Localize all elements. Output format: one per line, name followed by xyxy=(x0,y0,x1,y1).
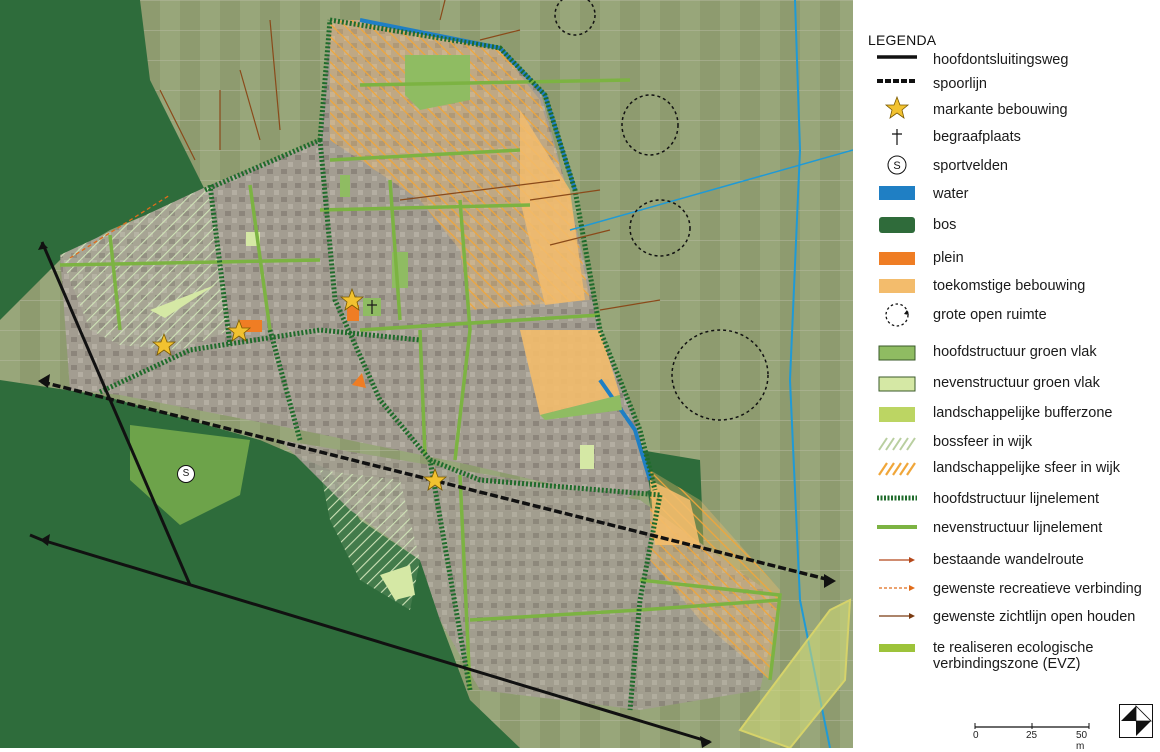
legend-label: nevenstructuur groen vlak xyxy=(933,375,1100,391)
legend-item: gewenste recreatieve verbinding xyxy=(853,578,1160,604)
green-patch-1 xyxy=(340,175,350,197)
legend-label: landschappelijke bufferzone xyxy=(933,405,1113,421)
legend-label: nevenstructuur lijnelement xyxy=(933,520,1103,536)
legend-item: hoofdontsluitingsweg xyxy=(853,48,1160,74)
legend-item: landschappelijke sfeer in wijk xyxy=(853,457,1160,483)
legend-title: LEGENDA xyxy=(868,32,937,48)
legend-item: plein xyxy=(853,246,1160,272)
green-patch-4 xyxy=(580,445,594,469)
legend-item: grote open ruimte xyxy=(853,302,1160,328)
orange-hatch-icon xyxy=(878,462,916,476)
legend-item: hoofdstructuur groen vlak xyxy=(853,342,1160,368)
legend-item: hoofdstructuur lijnelement xyxy=(853,488,1160,514)
forest-swatch-icon xyxy=(879,217,915,233)
legend-label: gewenste zichtlijn open houden xyxy=(933,609,1136,625)
legend-item: nevenstructuur groen vlak xyxy=(853,373,1160,399)
green-hatch-icon xyxy=(878,437,916,451)
dashed-black-line-icon xyxy=(877,79,917,83)
legend-item: bossfeer in wijk xyxy=(853,432,1160,458)
plan-map[interactable]: S xyxy=(0,0,853,748)
sport-circle-icon: S xyxy=(887,155,907,175)
map-canvas xyxy=(0,0,853,748)
dotted-circle-arrow-icon xyxy=(885,303,909,327)
dark-green-dotted-line-icon xyxy=(877,495,917,501)
legend-label: bestaande wandelroute xyxy=(933,552,1084,568)
scale-tick-0: 0 xyxy=(973,730,979,741)
legend-item: markante bebouwing xyxy=(853,96,1160,122)
legend-item: bos xyxy=(853,212,1160,238)
legend-label: begraafplaats xyxy=(933,129,1021,145)
legend-label: sportvelden xyxy=(933,158,1008,174)
legend-label: grote open ruimte xyxy=(933,307,1047,323)
star-icon xyxy=(884,96,910,119)
legend-label: bossfeer in wijk xyxy=(933,434,1033,450)
legend-panel: LEGENDA hoofdontsluitingsweg spoorlijn m… xyxy=(853,0,1160,752)
legend-label: toekomstige bebouwing xyxy=(933,278,1086,294)
legend-label: hoofdontsluitingsweg xyxy=(933,52,1069,68)
cross-icon xyxy=(892,129,902,145)
legend-item: bestaande wandelroute xyxy=(853,550,1160,576)
orange-dashed-arrow-icon xyxy=(879,585,915,591)
water-swatch-icon xyxy=(879,186,915,200)
legend-label: hoofdstructuur lijnelement xyxy=(933,491,1100,507)
brown-arrow-icon xyxy=(879,557,915,563)
scale-bar: 0 25 50 m xyxy=(973,718,1093,752)
sport-glyph: S xyxy=(893,160,900,172)
bufferzone-swatch-icon xyxy=(879,407,915,422)
legend-item: begraafplaats xyxy=(853,125,1160,151)
legend-item: gewenste zichtlijn open houden xyxy=(853,606,1160,632)
legend-label: bos xyxy=(933,217,957,233)
legend-item: te realiseren ecologische verbindingszon… xyxy=(853,640,1160,680)
brown-arrow-icon-2 xyxy=(879,613,915,619)
legend-label: te realiseren ecologische verbindingszon… xyxy=(933,640,1094,672)
legend-label: gewenste recreatieve verbinding xyxy=(933,581,1142,597)
legend-label: markante bebouwing xyxy=(933,102,1068,118)
legend-item: landschappelijke bufferzone xyxy=(853,403,1160,429)
legend-item: spoorlijn xyxy=(853,72,1160,98)
legend-label: plein xyxy=(933,250,964,266)
light-green-box-icon xyxy=(878,376,916,392)
legend-label: hoofdstructuur groen vlak xyxy=(933,344,1097,360)
light-green-line-icon xyxy=(877,525,917,529)
scale-tick-50: 50 m xyxy=(1076,730,1088,752)
legend-label: landschappelijke sfeer in wijk xyxy=(933,460,1120,476)
legend-item: water xyxy=(853,182,1160,208)
future-building-swatch-icon xyxy=(879,279,915,293)
legend-item: S sportvelden xyxy=(853,153,1160,179)
scale-tick-25: 25 xyxy=(1026,730,1038,741)
sport-field-marker: S xyxy=(177,465,195,483)
north-arrow-icon xyxy=(1119,704,1153,738)
green-box-icon xyxy=(878,345,916,361)
legend-label: water xyxy=(933,186,969,202)
thick-black-line-icon xyxy=(877,55,917,59)
legend-item: nevenstructuur lijnelement xyxy=(853,517,1160,543)
legend-label: spoorlijn xyxy=(933,76,987,92)
legend-item: toekomstige bebouwing xyxy=(853,274,1160,300)
plein-swatch-icon xyxy=(879,252,915,265)
lime-bar-icon xyxy=(879,644,915,652)
